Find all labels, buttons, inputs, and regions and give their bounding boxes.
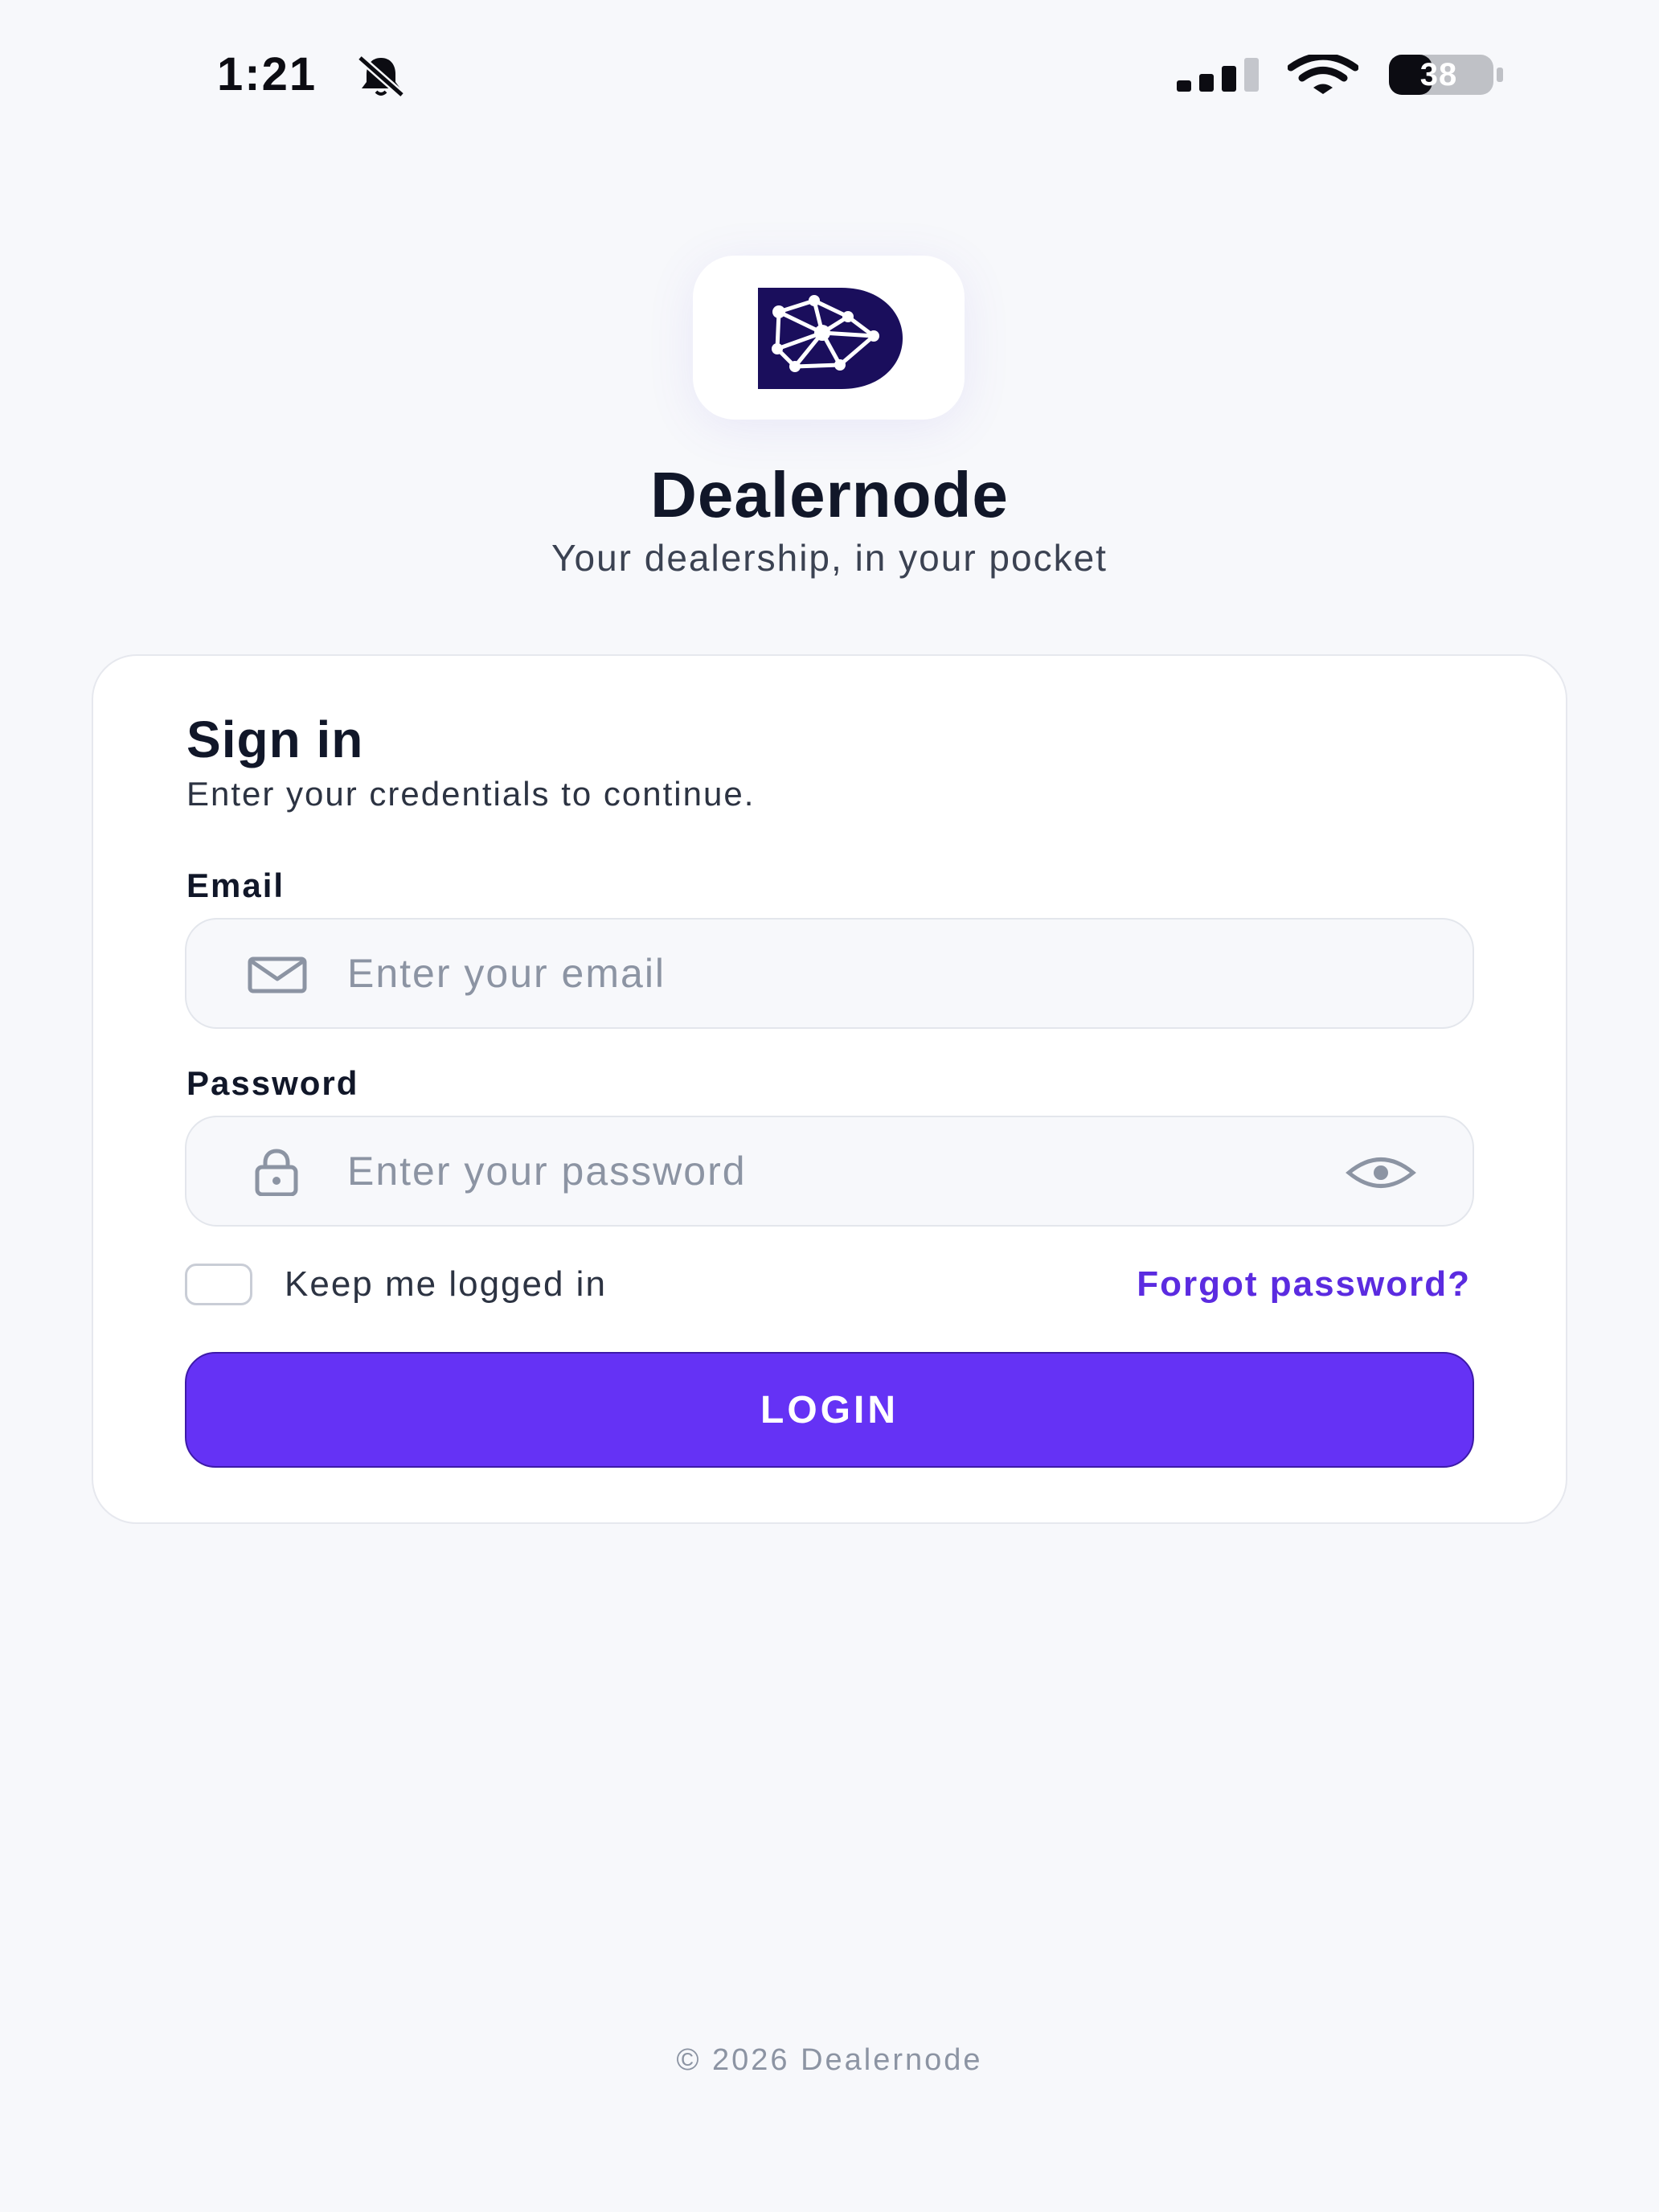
email-field-container <box>185 918 1474 1029</box>
bell-slash-icon <box>357 55 405 98</box>
lock-icon <box>255 1149 298 1196</box>
sign-in-title: Sign in <box>186 711 364 768</box>
password-field-container <box>185 1116 1474 1227</box>
login-button[interactable]: LOGIN <box>185 1352 1474 1468</box>
wifi-icon <box>1288 55 1358 94</box>
dealernode-logo-icon <box>758 288 903 389</box>
email-input[interactable] <box>347 920 1312 1027</box>
keep-logged-in-label[interactable]: Keep me logged in <box>285 1262 607 1307</box>
password-label: Password <box>186 1064 359 1102</box>
app-title: Dealernode <box>650 459 1009 530</box>
signal-icon <box>1177 58 1259 92</box>
battery-level: 38 <box>1419 57 1458 92</box>
sign-in-subtitle: Enter your credentials to continue. <box>186 775 756 813</box>
footer-copyright: © 2026 Dealernode <box>676 2043 983 2077</box>
forgot-password-link[interactable]: Forgot password? <box>1137 1262 1471 1307</box>
login-screen: 1:21 38 Dealernode Your dealership, in y… <box>0 0 1659 2212</box>
eye-icon[interactable] <box>1346 1154 1416 1191</box>
mail-icon <box>248 956 307 993</box>
app-logo <box>693 256 965 420</box>
keep-logged-in-checkbox[interactable] <box>185 1264 252 1305</box>
email-label: Email <box>186 866 285 904</box>
app-tagline: Your dealership, in your pocket <box>551 537 1108 579</box>
status-time: 1:21 <box>217 48 317 100</box>
password-input[interactable] <box>347 1117 1312 1225</box>
